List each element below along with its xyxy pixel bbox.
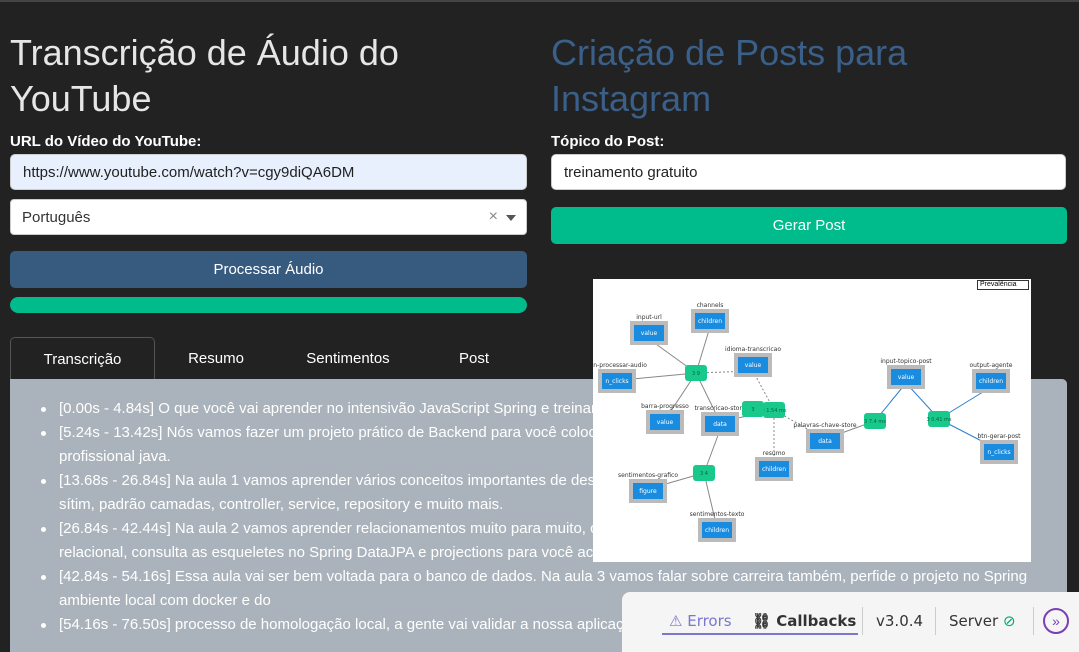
process-audio-button[interactable]: Processar Áudio (10, 251, 527, 288)
top-border (0, 0, 1079, 2)
graph-node-value: data (818, 438, 832, 445)
youtube-url-input[interactable]: https://www.youtube.com/watch?v=cgy9diQA… (10, 154, 527, 190)
graph-node-value: data (713, 421, 727, 428)
graph-node-value: value (657, 419, 674, 426)
tab-sentimentos[interactable]: Sentimentos (277, 337, 419, 380)
progress-bar-fill (10, 297, 527, 313)
callback-graph-canvas: channels children input-url value btn-proces… (587, 302, 1022, 542)
graph-node-label: sentimentos-grafico (618, 472, 678, 479)
graph-node[interactable]: btn-gerar-post n_clicks (978, 433, 1022, 464)
graph-node-value: n_clicks (987, 449, 1010, 456)
graph-node-label: btn-processar-audio (593, 362, 647, 369)
graph-node[interactable]: output-agente children (970, 362, 1013, 393)
language-select-value: Português (22, 208, 91, 226)
transcript-time: [54.16s - 76.50s] (59, 616, 171, 633)
graph-node[interactable]: sentimentos-texto children (690, 511, 745, 542)
graph-node-label: barra-progresso (641, 403, 689, 410)
graph-callback-label: 3 4 (700, 471, 708, 477)
graph-node-label: input-url (636, 314, 662, 321)
transcript-time: [26.84s - 42.44s] (59, 520, 171, 537)
topic-label: Tópico do Post: (551, 133, 665, 150)
graph-node[interactable]: channels children (691, 302, 729, 333)
graph-node[interactable]: sentimentos-grafico figure (618, 472, 678, 503)
graph-node-value: value (641, 330, 658, 337)
devtools-bar: ⚠ Errors ⛓ Callbacks v3.0.4 Server ⊘ » (622, 592, 1079, 652)
graph-node-value: n_clicks (605, 378, 628, 385)
version-label: v3.0.4 (876, 612, 924, 630)
progress-bar (10, 297, 527, 313)
graph-node-label: resumo (763, 450, 786, 457)
separator (935, 607, 936, 635)
transcript-time: [5.24s - 13.42s] (59, 424, 163, 441)
transcript-time: [0.00s - 4.84s] (59, 400, 155, 417)
server-label: Server (949, 612, 999, 630)
post-topic-value: treinamento gratuito (564, 163, 698, 181)
graph-node-value: value (898, 374, 915, 381)
graph-node-value: children (979, 378, 1003, 385)
graph-node[interactable]: resumo children (755, 450, 793, 481)
graph-callback-label: 3 1.54 ms (762, 408, 787, 414)
post-topic-input[interactable]: treinamento gratuito (551, 154, 1066, 190)
chevron-down-icon[interactable] (506, 215, 516, 221)
graph-node[interactable]: idioma-transcricao value (725, 346, 781, 377)
graph-node-value: children (762, 466, 786, 473)
graph-node[interactable]: transcricao-store data (695, 405, 746, 436)
graph-node[interactable]: palavras-chave-store data (793, 422, 857, 453)
server-status: Server ⊘ (949, 612, 1016, 630)
transcript-text: processo de homologação local, a gente v… (170, 616, 641, 633)
collapse-devtools-icon[interactable]: » (1043, 608, 1069, 634)
graph-node-label: channels (697, 302, 724, 309)
graph-node[interactable]: input-url value (630, 314, 668, 345)
graph-callback-label: 3 0.41 ms (927, 417, 952, 423)
separator (862, 607, 863, 635)
generate-post-button[interactable]: Gerar Post (551, 207, 1067, 244)
language-select[interactable]: Português × (10, 199, 527, 235)
transcript-time: [13.68s - 26.84s] (59, 472, 171, 489)
graph-node-label: transcricao-store (695, 405, 746, 412)
tab-resumo[interactable]: Resumo (155, 337, 277, 380)
tab-transcricao[interactable]: Transcrição (10, 337, 155, 380)
graph-callback-label: 3 7.4 ms (864, 419, 886, 425)
graph-node-label: idioma-transcricao (725, 346, 781, 353)
callbacks-icon: ⛓ (752, 612, 777, 630)
url-label: URL do Vídeo do YouTube: (10, 133, 202, 150)
graph-callback-label: 3 9 (692, 371, 700, 377)
clear-icon[interactable]: × (489, 208, 498, 226)
page-title-transcription: Transcrição de Áudio do YouTube (10, 32, 399, 119)
graph-layout-select[interactable]: Prevalência (977, 280, 1029, 290)
graph-node-value: figure (639, 488, 657, 495)
graph-node-label: palavras-chave-store (793, 422, 856, 429)
graph-node[interactable]: barra-progresso value (641, 403, 689, 434)
transcript-time: [42.84s - 54.16s] (59, 568, 171, 585)
errors-label: Errors (687, 612, 732, 630)
graph-node-label: output-agente (970, 362, 1013, 369)
graph-node-label: btn-gerar-post (978, 433, 1022, 440)
graph-node[interactable]: btn-processar-audio n_clicks (587, 362, 647, 393)
graph-node-value: children (705, 527, 729, 534)
page-title-instagram: Criação de Posts para Instagram (551, 32, 908, 119)
separator (1033, 607, 1034, 635)
callback-graph[interactable]: channels children input-url value btn-proces… (587, 279, 1031, 562)
graph-node[interactable]: input-topico-post value (880, 358, 932, 389)
check-circle-icon: ⊘ (1002, 612, 1016, 630)
youtube-url-value: https://www.youtube.com/watch?v=cgy9diQA… (23, 163, 355, 181)
active-underline (662, 633, 858, 635)
graph-node-label: sentimentos-texto (690, 511, 745, 518)
graph-callback-label: 3 (751, 407, 754, 413)
tab-bar: Transcrição Resumo Sentimentos Post (10, 337, 529, 380)
tab-post[interactable]: Post (419, 337, 529, 380)
callbacks-toggle[interactable]: ⛓ Callbacks (752, 612, 856, 630)
errors-toggle[interactable]: ⚠ Errors (669, 612, 732, 630)
graph-node-label: input-topico-post (880, 358, 932, 365)
graph-node-value: value (745, 362, 762, 369)
warning-icon: ⚠ (669, 612, 688, 630)
callbacks-label: Callbacks (776, 612, 857, 630)
graph-node-value: children (698, 318, 722, 325)
